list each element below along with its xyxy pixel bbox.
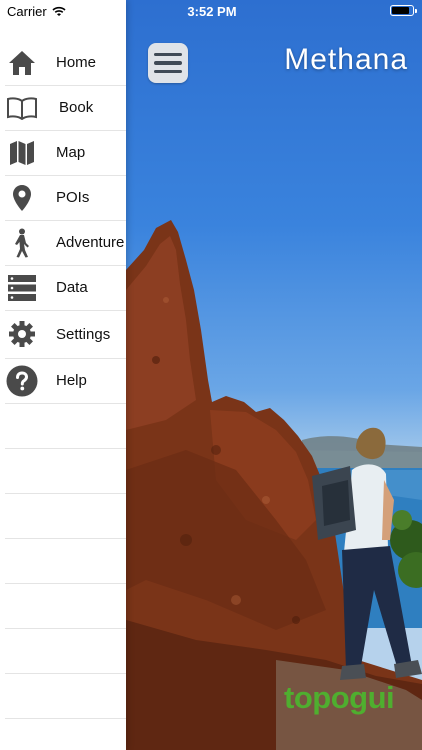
wifi-icon [52,6,66,16]
drawer-item-label: Help [56,372,87,389]
empty-row [5,494,126,539]
hero-image [126,220,422,750]
drawer-item-settings[interactable]: Settings [5,311,126,359]
drawer-menu: Home Book Map POIs Adventure Data Settin… [0,41,126,719]
question-icon [6,365,38,397]
menu-toggle-button[interactable] [148,43,188,83]
drawer-item-label: Home [56,54,97,71]
drawer-item-label: Adventure [56,234,125,251]
page-title: Methana [284,43,408,76]
side-drawer: Carrier Home Book Map POIs Adventure Dat… [0,0,126,750]
gear-icon [6,318,38,350]
empty-row [5,584,126,629]
app-screen: 3:52 PM Methana topogui Carrier Home Boo… [0,0,422,750]
drawer-item-data[interactable]: Data [5,266,126,311]
map-icon [6,137,38,169]
status-bar: 3:52 PM [126,0,422,22]
status-time: 3:52 PM [187,4,237,19]
drawer-item-label: Map [56,144,86,161]
carrier-label: Carrier [7,4,47,19]
drawer-item-home[interactable]: Home [5,41,126,86]
drawer-item-help[interactable]: Help [5,359,126,404]
drawer-item-label: Settings [56,326,111,343]
empty-row [5,629,126,674]
drawer-item-label: POIs [56,189,90,206]
home-icon [6,47,38,79]
main-content: 3:52 PM Methana topogui [126,0,422,750]
hiker-icon [6,227,38,259]
empty-row [5,404,126,449]
drawer-item-adventure[interactable]: Adventure [5,221,126,266]
empty-row [5,539,126,584]
battery-icon [390,5,417,16]
drawer-status-bar: Carrier [7,4,66,19]
empty-row [5,674,126,719]
drawer-item-pois[interactable]: POIs [5,176,126,221]
location-pin-icon [6,182,38,214]
drawer-item-map[interactable]: Map [5,131,126,176]
book-icon [6,92,38,124]
empty-row [5,449,126,494]
drawer-item-book[interactable]: Book [5,86,126,131]
drawer-item-label: Book [59,99,94,116]
hamburger-menu-icon [154,52,182,57]
drawer-item-label: Data [56,279,88,296]
server-icon [6,272,38,304]
topoguide-logo: topogui [284,680,395,715]
